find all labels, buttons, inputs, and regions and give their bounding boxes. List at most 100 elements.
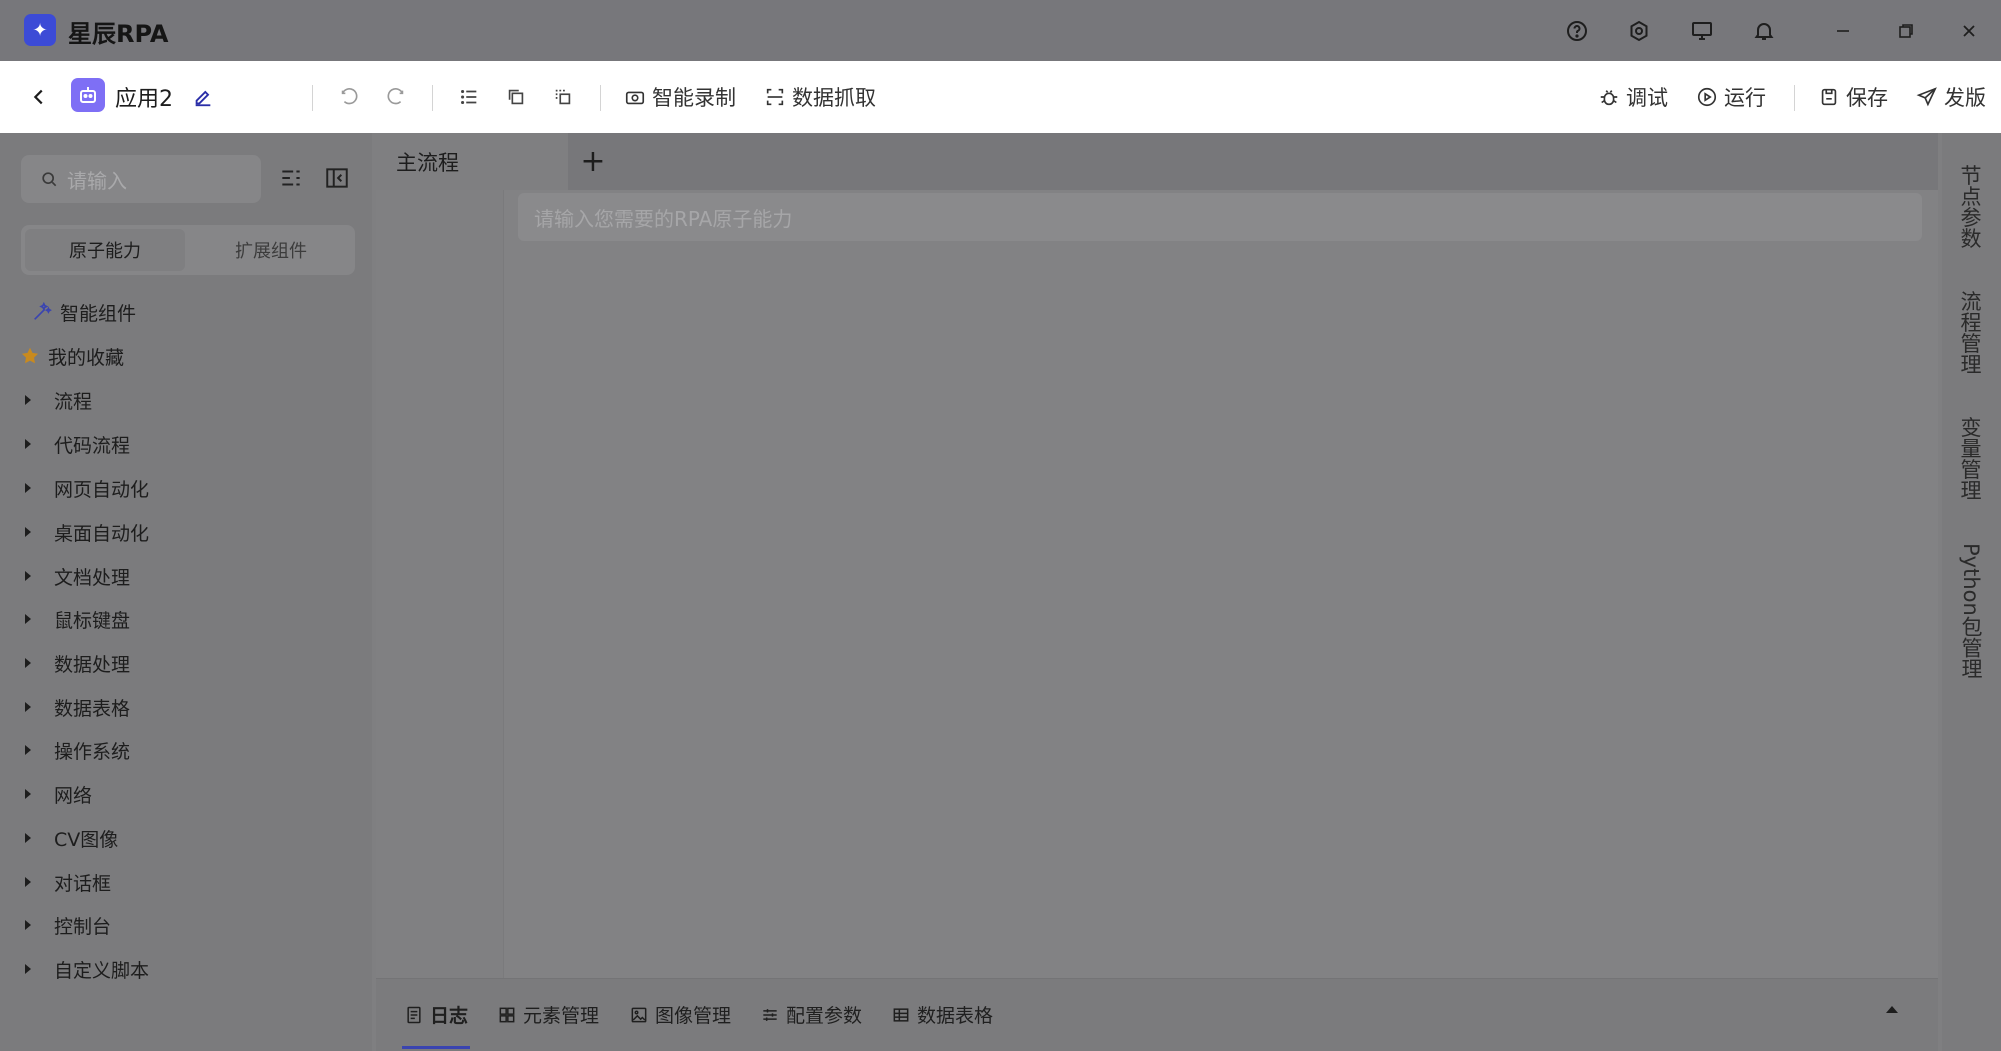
data-table-tab-label: 数据表格 (917, 1005, 994, 1027)
list-button[interactable] (458, 61, 480, 133)
category-item[interactable]: 网页自动化 (0, 468, 372, 508)
restore-icon[interactable] (1893, 18, 1919, 44)
search-icon (42, 172, 57, 187)
atomic-library-panel: 请输入 原子能力 扩展组件 智能组件 我的收藏 流程 代码流程 网页自动化 桌面… (0, 133, 372, 1051)
category-item[interactable]: 操作系统 (0, 730, 372, 770)
expand-caret-icon (25, 877, 31, 887)
category-item[interactable]: 鼠标键盘 (0, 599, 372, 639)
add-tab-button[interactable]: + (578, 143, 608, 179)
grid-icon (499, 1007, 515, 1022)
sliders-icon (763, 1008, 777, 1021)
expand-caret-icon (25, 614, 31, 624)
expand-caret-icon (25, 745, 31, 755)
copy-button[interactable] (505, 61, 527, 133)
category-item[interactable]: 桌面自动化 (0, 512, 372, 552)
settings-icon[interactable] (1626, 18, 1652, 44)
run-button[interactable]: 运行 (1696, 61, 1766, 133)
category-label: 桌面自动化 (54, 522, 150, 545)
atom-command-input[interactable]: 请输入您需要的RPA原子能力 (518, 193, 1922, 241)
save-label: 保存 (1846, 86, 1888, 110)
favorites-item[interactable]: 我的收藏 (0, 336, 372, 376)
back-button[interactable] (28, 61, 50, 133)
category-item[interactable]: 数据处理 (0, 643, 372, 683)
paste-icon (555, 89, 571, 105)
magic-wand-icon (34, 301, 52, 320)
data-capture-button[interactable]: 数据抓取 (764, 61, 876, 133)
redo-icon (387, 88, 404, 105)
play-circle-icon (1697, 87, 1717, 107)
send-icon (1916, 87, 1937, 107)
robot-avatar-icon (71, 78, 105, 112)
edit-pencil-icon (195, 90, 211, 107)
tab-image-management[interactable]: 图像管理 (629, 978, 731, 1051)
bell-icon[interactable] (1751, 18, 1777, 44)
help-icon[interactable] (1564, 18, 1590, 44)
category-label: 数据表格 (54, 697, 131, 720)
data-capture-label: 数据抓取 (792, 86, 876, 110)
undo-icon (341, 88, 358, 105)
flow-management-tab[interactable]: 流程管理 (1958, 292, 1984, 376)
category-item[interactable]: 流程 (0, 380, 372, 420)
category-label: 网页自动化 (54, 478, 150, 501)
publish-label: 发版 (1944, 86, 1986, 110)
category-item[interactable]: CV图像 (0, 818, 372, 858)
expand-caret-icon (25, 702, 31, 712)
save-button[interactable]: 保存 (1818, 61, 1888, 133)
tab-log[interactable]: 日志 (404, 978, 468, 1051)
category-item[interactable]: 网络 (0, 774, 372, 814)
tab-extension-components[interactable]: 扩展组件 (191, 229, 351, 271)
expand-caret-icon (25, 483, 31, 493)
atom-search-input[interactable]: 请输入 (21, 155, 261, 203)
tab-config-params[interactable]: 配置参数 (760, 978, 862, 1051)
monitor-icon[interactable] (1689, 18, 1715, 44)
tab-data-table[interactable]: 数据表格 (891, 978, 993, 1051)
undo-button[interactable] (338, 61, 360, 133)
run-label: 运行 (1724, 86, 1766, 110)
category-item[interactable]: 代码流程 (0, 424, 372, 464)
expand-panel-icon[interactable] (1886, 1006, 1898, 1013)
expand-caret-icon (25, 527, 31, 537)
category-label: 控制台 (54, 915, 112, 938)
category-item[interactable]: 对话框 (0, 862, 372, 902)
collapse-panel-icon[interactable] (324, 165, 350, 191)
category-item[interactable]: 数据表格 (0, 687, 372, 727)
config-tab-label: 配置参数 (786, 1005, 863, 1027)
rename-button[interactable] (192, 61, 214, 133)
python-packages-tab[interactable]: Python包管理 (1958, 543, 1984, 679)
filter-list-icon[interactable] (278, 165, 304, 191)
expand-caret-icon (25, 920, 31, 930)
category-label: 自定义脚本 (54, 959, 150, 982)
publish-button[interactable]: 发版 (1916, 61, 1986, 133)
category-label: CV图像 (54, 828, 119, 851)
flow-tab-bar (376, 133, 1938, 190)
category-item[interactable]: 自定义脚本 (0, 949, 372, 989)
tab-atomic-abilities[interactable]: 原子能力 (25, 229, 185, 271)
category-item[interactable]: 文档处理 (0, 556, 372, 596)
minimize-icon[interactable] (1830, 18, 1856, 44)
favorites-label: 我的收藏 (48, 346, 125, 369)
smart-component-item[interactable]: 智能组件 (0, 292, 372, 332)
close-icon[interactable] (1956, 18, 1982, 44)
list-icon (461, 89, 477, 105)
tab-element-management[interactable]: 元素管理 (497, 978, 599, 1051)
redo-button[interactable] (385, 61, 407, 133)
table-icon (893, 1007, 909, 1022)
images-tab-label: 图像管理 (655, 1005, 732, 1027)
active-tab-indicator (402, 1046, 470, 1049)
star-icon (21, 347, 39, 364)
expand-caret-icon (25, 964, 31, 974)
toolbar-divider (600, 85, 601, 111)
debug-button[interactable]: 调试 (1598, 61, 1668, 133)
node-params-tab[interactable]: 节点参数 (1958, 166, 1984, 250)
debug-label: 调试 (1626, 86, 1668, 110)
flow-canvas[interactable] (376, 190, 1938, 978)
paste-button[interactable] (552, 61, 574, 133)
smart-record-button[interactable]: 智能录制 (624, 61, 736, 133)
category-item[interactable]: 控制台 (0, 905, 372, 945)
tab-main-flow[interactable]: 主流程 (376, 133, 568, 190)
bug-icon (1600, 90, 1618, 106)
variable-management-tab[interactable]: 变量管理 (1958, 418, 1984, 502)
scan-icon (766, 88, 784, 106)
category-label: 对话框 (54, 872, 112, 895)
toolbar-divider (312, 85, 313, 111)
